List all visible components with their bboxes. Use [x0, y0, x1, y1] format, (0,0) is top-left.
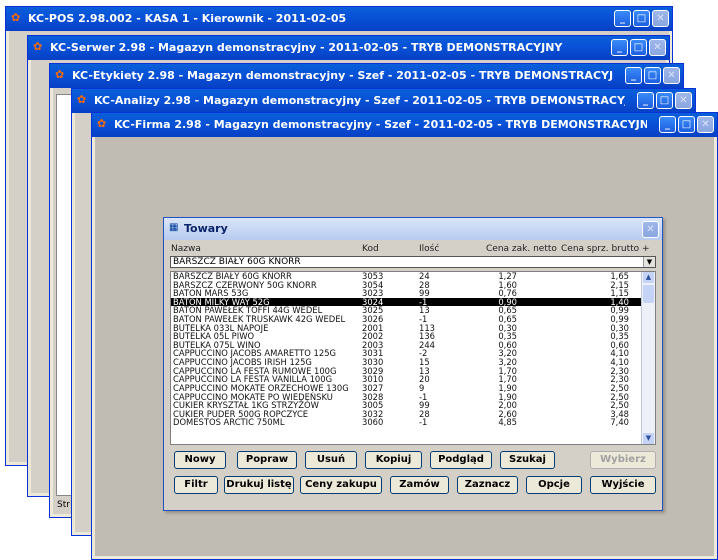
- kc-serwer-titlebar[interactable]: ✿ KC-Serwer 2.98 - Magazyn demonstracyjn…: [28, 36, 669, 60]
- maximize-icon[interactable]: □: [633, 10, 650, 27]
- cell-code: 3060: [362, 417, 384, 428]
- maximize-icon[interactable]: □: [630, 39, 647, 56]
- kc-pos-titlebar[interactable]: ✿ KC-POS 2.98.002 - KASA 1 - Kierownik -…: [6, 7, 672, 31]
- purchase-prices-button[interactable]: Ceny zakupu: [300, 476, 382, 494]
- product-list[interactable]: BARSZCZ BIAŁY 60G KNORR 3053 24 1,27 1,65 BAR…: [170, 271, 656, 445]
- minimize-icon[interactable]: _: [625, 67, 642, 84]
- close-icon[interactable]: ✕: [652, 10, 669, 27]
- exit-button[interactable]: Wyjście: [590, 476, 656, 494]
- column-name[interactable]: Nazwa: [171, 244, 201, 254]
- dropdown-arrow-icon[interactable]: ▼: [643, 257, 655, 267]
- delete-button[interactable]: Usuń: [305, 451, 357, 469]
- app-icon: ✿: [77, 93, 87, 106]
- dialog-title: Towary: [184, 222, 228, 235]
- minimize-icon[interactable]: _: [637, 92, 654, 109]
- app-icon: ✿: [97, 117, 107, 130]
- kc-analizy-titlebar[interactable]: ✿ KC-Analizy 2.98 - Magazyn demonstracyj…: [72, 89, 695, 113]
- table-row[interactable]: DOMESTOS ARCTIC 750ML 3060 -1 4,85 7,40: [171, 418, 655, 427]
- minimize-icon[interactable]: _: [614, 10, 631, 27]
- column-code[interactable]: Kod: [362, 244, 379, 254]
- order-button[interactable]: Zamów: [390, 476, 449, 494]
- close-icon[interactable]: ✕: [663, 67, 680, 84]
- minimize-icon[interactable]: _: [611, 39, 628, 56]
- window-title: KC-Firma 2.98 - Magazyn demonstracyjny -…: [114, 118, 647, 131]
- new-button[interactable]: Nowy: [174, 451, 226, 469]
- scroll-up-icon[interactable]: ▲: [643, 272, 654, 283]
- column-plus[interactable]: +: [642, 244, 650, 254]
- scroll-down-icon[interactable]: ▼: [643, 433, 654, 444]
- search-value: BARSZCZ BIAŁY 60G KNORR: [173, 257, 301, 267]
- list-header: Nazwa Kod Ilość Cena zak. netto Cena spr…: [170, 244, 656, 256]
- window-title: KC-Etykiety 2.98 - Magazyn demonstracyjn…: [72, 69, 613, 82]
- cell-buy: 4,85: [498, 417, 517, 428]
- app-icon: ✿: [33, 40, 43, 53]
- close-icon[interactable]: ✕: [642, 221, 659, 238]
- filter-button[interactable]: Filtr: [174, 476, 218, 494]
- status-label: Str: [57, 500, 70, 510]
- cell-qty: -1: [419, 417, 428, 428]
- column-buy-price[interactable]: Cena zak. netto: [486, 244, 557, 254]
- minimize-icon[interactable]: _: [659, 116, 676, 133]
- app-icon: ✿: [55, 68, 65, 81]
- cell-sell: 7,40: [610, 417, 629, 428]
- mark-button[interactable]: Zaznacz: [457, 476, 518, 494]
- scroll-thumb[interactable]: [643, 285, 654, 303]
- towary-titlebar[interactable]: ▦ Towary ✕: [164, 218, 662, 240]
- copy-button[interactable]: Kopiuj: [365, 451, 422, 469]
- maximize-icon[interactable]: □: [678, 116, 695, 133]
- select-button[interactable]: Wybierz: [590, 451, 656, 469]
- kc-firma-titlebar[interactable]: ✿ KC-Firma 2.98 - Magazyn demonstracyjny…: [92, 113, 717, 137]
- edit-button[interactable]: Popraw: [237, 451, 297, 469]
- column-sell-price[interactable]: Cena sprz. brutto: [561, 244, 639, 254]
- maximize-icon[interactable]: □: [656, 92, 673, 109]
- close-icon[interactable]: ✕: [649, 39, 666, 56]
- cell-name: DOMESTOS ARCTIC 750ML: [173, 417, 285, 428]
- window-title: KC-POS 2.98.002 - KASA 1 - Kierownik - 2…: [28, 12, 347, 25]
- window-title: KC-Serwer 2.98 - Magazyn demonstracyjny …: [50, 41, 563, 54]
- search-input[interactable]: BARSZCZ BIAŁY 60G KNORR ▼: [170, 256, 656, 268]
- close-icon[interactable]: ✕: [697, 116, 714, 133]
- kc-etykiety-titlebar[interactable]: ✿ KC-Etykiety 2.98 - Magazyn demonstracy…: [50, 64, 683, 88]
- maximize-icon[interactable]: □: [644, 67, 661, 84]
- window-title: KC-Analizy 2.98 - Magazyn demonstracyjny…: [94, 94, 625, 107]
- list-scrollbar[interactable]: ▲ ▼: [641, 272, 655, 444]
- search-button[interactable]: Szukaj: [500, 451, 555, 469]
- preview-button[interactable]: Podgląd: [430, 451, 492, 469]
- close-icon[interactable]: ✕: [675, 92, 692, 109]
- towary-dialog: ▦ Towary ✕ Nazwa Kod Ilość Cena zak. net…: [163, 217, 663, 511]
- app-icon: ✿: [11, 11, 21, 24]
- grid-icon: ▦: [169, 222, 179, 233]
- column-qty[interactable]: Ilość: [419, 244, 439, 254]
- print-list-button[interactable]: Drukuj listę: [224, 476, 294, 494]
- options-button[interactable]: Opcje: [526, 476, 582, 494]
